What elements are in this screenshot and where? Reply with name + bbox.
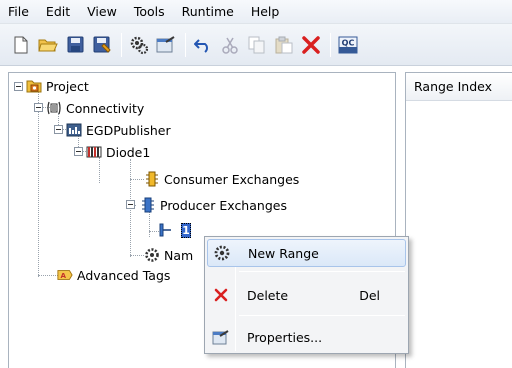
save-all-icon	[93, 36, 111, 53]
delete-label: Delete	[247, 287, 289, 303]
tree-label-egdpublisher: EGDPublisher	[86, 122, 171, 138]
paste-icon	[275, 36, 293, 53]
open-folder-icon	[38, 39, 58, 51]
delete-icon	[302, 35, 320, 54]
collapse-publisher-toggle[interactable]	[54, 125, 63, 134]
menu-edit[interactable]: Edit	[44, 3, 72, 20]
advanced-tags-icon: A	[57, 267, 73, 283]
range-index-column-header[interactable]: Range Index	[406, 73, 512, 101]
names-gear-icon	[144, 247, 160, 263]
new-range-menu-item[interactable]: New Range	[207, 239, 406, 267]
context-menu: New Range Delete Del Properties...	[204, 236, 409, 354]
collapse-project-toggle[interactable]	[14, 82, 23, 91]
tree-label-producer-exchanges: Producer Exchanges	[160, 197, 287, 213]
svg-text:A: A	[60, 271, 66, 280]
properties-label: Properties...	[247, 329, 323, 345]
tree-node-advanced-tags[interactable]: A Advanced Tags	[57, 266, 170, 284]
menu-help[interactable]: Help	[249, 3, 282, 20]
save-icon	[67, 36, 83, 53]
properties-button[interactable]	[155, 34, 177, 56]
delete-button[interactable]	[300, 34, 322, 56]
configure-icon	[130, 36, 149, 54]
tree-node-egdpublisher[interactable]: EGDPublisher	[66, 121, 171, 139]
undo-button[interactable]	[192, 34, 214, 56]
tree-line	[149, 231, 159, 232]
tree-label-connectivity: Connectivity	[66, 100, 145, 116]
toolbar: QC	[0, 24, 512, 66]
tree-node-exchange-1[interactable]: 1	[159, 221, 191, 239]
delete-icon	[214, 288, 228, 302]
toolbar-separator	[330, 32, 331, 57]
context-menu-separator	[239, 271, 405, 272]
tree-label-exchange-1: 1	[181, 222, 191, 238]
project-icon	[26, 78, 42, 94]
qc-button[interactable]: QC	[337, 34, 359, 56]
tree-line	[38, 91, 39, 277]
tree-node-producer-exchanges[interactable]: Producer Exchanges	[140, 196, 287, 214]
device-icon	[86, 144, 102, 160]
open-button[interactable]	[37, 34, 59, 56]
tree-node-connectivity[interactable]: Connectivity	[46, 99, 144, 117]
tree-label-consumer-exchanges: Consumer Exchanges	[164, 171, 300, 187]
paste-button[interactable]	[273, 34, 295, 56]
cut-icon	[222, 37, 238, 54]
tree-line	[130, 179, 144, 180]
exchange-connector-icon	[159, 222, 181, 238]
tree-node-diode1[interactable]: Diode1	[86, 143, 150, 161]
tree-line	[130, 255, 144, 256]
tree-label-advanced-tags: Advanced Tags	[77, 267, 171, 283]
delete-shortcut: Del	[359, 287, 380, 303]
connectivity-icon	[46, 100, 62, 116]
tree-node-consumer-exchanges[interactable]: Consumer Exchanges	[144, 170, 299, 188]
copy-button[interactable]	[246, 34, 268, 56]
save-all-button[interactable]	[91, 34, 113, 56]
properties-menu-item[interactable]: Properties...	[207, 323, 406, 351]
new-range-label: New Range	[248, 245, 319, 261]
tree-node-names[interactable]: Nam	[144, 246, 193, 264]
qc-icon: QC	[338, 36, 358, 53]
cut-button[interactable]	[219, 34, 241, 56]
producer-exchange-icon	[140, 197, 156, 213]
consumer-exchange-icon	[144, 171, 160, 187]
menu-view[interactable]: View	[85, 3, 119, 20]
collapse-device-toggle[interactable]	[74, 147, 83, 156]
delete-menu-item[interactable]: Delete Del	[207, 281, 406, 309]
save-button[interactable]	[64, 34, 86, 56]
copy-icon	[248, 36, 265, 53]
properties-icon	[156, 35, 175, 52]
new-range-gear-icon	[214, 245, 230, 261]
tree-label-diode1: Diode1	[106, 144, 151, 160]
collapse-connectivity-toggle[interactable]	[34, 103, 43, 112]
menu-file[interactable]: File	[6, 3, 31, 20]
tree-line	[38, 275, 58, 276]
tree-label-names: Nam	[164, 247, 194, 263]
qc-label: QC	[342, 38, 355, 47]
publisher-icon	[66, 122, 82, 138]
tree-label-project: Project	[46, 78, 89, 94]
toolbar-separator	[185, 32, 186, 57]
menu-bar: File Edit View Tools Runtime Help	[0, 0, 512, 24]
new-icon	[14, 36, 28, 53]
range-list-pane: Range Index	[405, 72, 512, 368]
undo-icon	[194, 38, 208, 53]
properties-icon	[212, 330, 229, 345]
menu-runtime[interactable]: Runtime	[180, 3, 236, 20]
configure-button[interactable]	[128, 34, 150, 56]
collapse-producer-toggle[interactable]	[126, 200, 135, 209]
tree-node-project[interactable]: Project	[26, 77, 89, 95]
toolbar-separator	[121, 32, 122, 57]
context-menu-separator	[239, 315, 405, 316]
new-button[interactable]	[10, 34, 32, 56]
menu-tools[interactable]: Tools	[132, 3, 167, 20]
